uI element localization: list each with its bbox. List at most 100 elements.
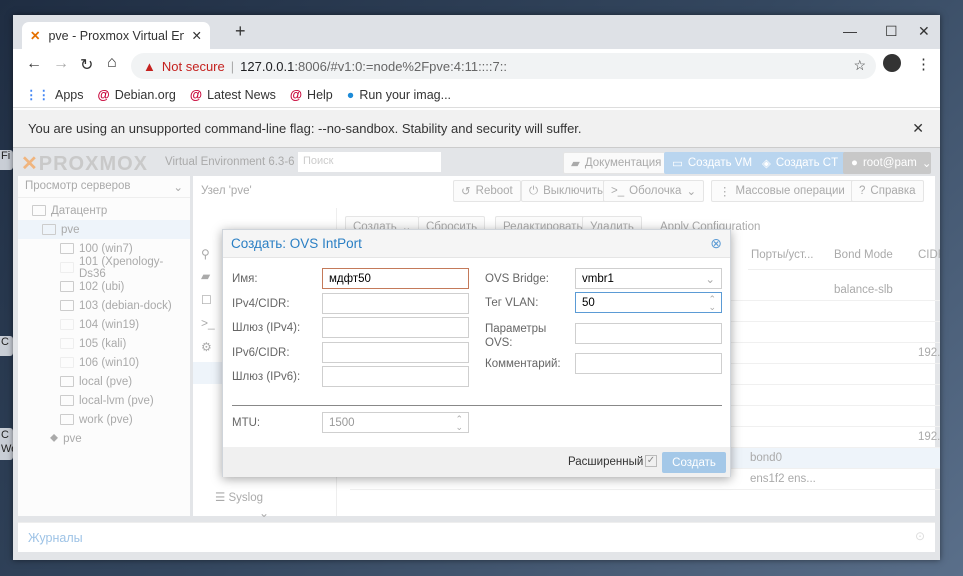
monitor-icon: ▭ <box>672 158 683 170</box>
tree-item-vm[interactable]: 103 (debian-dock) <box>18 296 190 315</box>
nav-item-syslog[interactable]: ☰ Syslog <box>215 490 263 504</box>
table-cell: ens1f2 ens... <box>750 473 816 485</box>
bookmark-help[interactable]: @ Help <box>290 88 333 102</box>
vlan-tag-label: Тег VLAN: <box>485 297 539 309</box>
create-vm-button[interactable]: ▭ Создать VM <box>664 152 761 174</box>
ipv6-gateway-input[interactable] <box>322 366 469 387</box>
tree-item-vm[interactable]: 105 (kali) <box>18 334 190 353</box>
resource-tree: Просмотр серверов ⌄ Датацентр pve 100 (wi… <box>18 176 190 516</box>
logs-title[interactable]: Журналы <box>28 531 83 545</box>
chevron-down-icon: ⌄ <box>686 186 697 198</box>
browser-tab[interactable]: ✕ pve - Proxmox Virtual Envi ✕ <box>22 22 210 49</box>
close-icon[interactable]: ⊗ <box>710 235 722 252</box>
close-tab-icon[interactable]: ✕ <box>192 28 202 43</box>
close-infobar-icon[interactable]: ✕ <box>912 120 924 137</box>
tab-bar: ✕ pve - Proxmox Virtual Envi ✕ + — ☐ ✕ <box>13 15 940 49</box>
create-ct-button[interactable]: ◈ Создать CT <box>754 152 847 174</box>
bulk-actions-button[interactable]: ⋮Массовые операции⌄ <box>711 180 868 202</box>
ovs-options-input[interactable] <box>575 323 722 344</box>
tree-item-vm[interactable]: 101 (Xpenology-Ds36 <box>18 256 190 280</box>
view-selector[interactable]: Просмотр серверов ⌄ <box>18 176 190 198</box>
system-icon[interactable]: ⚙ <box>201 340 212 354</box>
bookmark-star-icon[interactable]: ☆ <box>853 57 866 74</box>
shell-icon[interactable]: >_ <box>201 316 215 330</box>
node-title: Узел 'pve' <box>201 185 252 197</box>
tree-item-storage[interactable]: local-lvm (pve) <box>18 391 190 410</box>
spinner-icon[interactable]: ⌃ ⌄ <box>455 414 463 431</box>
desktop-icon[interactable]: C <box>0 336 13 356</box>
new-tab-button[interactable]: + <box>235 21 246 42</box>
mtu-input[interactable]: 1500 ⌃ ⌄ <box>322 412 469 433</box>
column-header[interactable]: Порты/уст... <box>751 249 813 261</box>
scroll-down-icon[interactable]: ⌄ <box>259 506 269 520</box>
storage-icon <box>60 395 74 406</box>
create-button[interactable]: Создать <box>662 452 726 473</box>
maximize-icon[interactable]: ☐ <box>885 23 898 40</box>
ovs-bridge-select[interactable]: vmbr1 ⌄ <box>575 268 722 289</box>
comment-input[interactable] <box>575 353 722 374</box>
proxmox-logo: ✕PROXMOX <box>21 153 149 175</box>
reload-icon[interactable]: ↻ <box>80 55 93 75</box>
tree-item-vm[interactable]: 102 (ubi) <box>18 277 190 296</box>
url-bar[interactable]: ▲ Not secure | 127.0.0.1:8006/#v1:0:=nod… <box>131 53 876 79</box>
column-header[interactable]: CIDR <box>918 249 940 261</box>
close-window-icon[interactable]: ✕ <box>918 23 930 40</box>
profile-avatar[interactable] <box>883 54 901 72</box>
debian-icon: @ <box>289 87 303 102</box>
home-icon[interactable]: ⌂ <box>107 54 117 72</box>
user-menu-button[interactable]: ● root@pam ⌄ <box>843 152 931 174</box>
desktop-icon[interactable]: Fi <box>0 150 13 170</box>
desktop-icon-label: We <box>1 443 13 455</box>
search-input[interactable]: Поиск <box>298 152 441 172</box>
tree-item-datacenter[interactable]: Датацентр <box>18 201 190 220</box>
tree-item-storage[interactable]: work (pve) <box>18 410 190 429</box>
vm-running-icon <box>60 243 74 254</box>
dialog-footer: Расширенный ✓ Создать <box>223 447 730 477</box>
infobar-message: You are using an unsupported command-lin… <box>28 121 582 136</box>
help-button[interactable]: ? Справка <box>851 180 924 202</box>
grid-header: Порты/уст... Bond Mode CIDR <box>748 240 940 270</box>
ipv4-cidr-input[interactable] <box>322 293 469 314</box>
reboot-button[interactable]: ↺ Reboot <box>453 180 521 202</box>
bookmark-run-image[interactable]: ● Run your imag... <box>347 88 451 102</box>
minimize-icon[interactable]: — <box>843 23 857 39</box>
ipv4-gateway-label: Шлюз (IPv4): <box>232 322 301 334</box>
bookmark-debian[interactable]: @ Debian.org <box>98 88 176 102</box>
mtu-label: MTU: <box>232 417 261 429</box>
name-input[interactable]: мдфт50 <box>322 268 469 289</box>
search-icon[interactable]: ⚲ <box>201 247 210 261</box>
tree-item-vm[interactable]: 104 (win19) <box>18 315 190 334</box>
forward-icon[interactable]: → <box>53 55 69 73</box>
desktop-icon[interactable]: C We <box>0 428 13 460</box>
back-icon[interactable]: ← <box>26 55 42 73</box>
expand-icon[interactable]: ⊙ <box>915 529 925 543</box>
ovs-options-label: Параметры OVS: <box>485 323 547 349</box>
menu-icon[interactable]: ⋮ <box>916 55 931 73</box>
ovs-bridge-label: OVS Bridge: <box>485 273 549 285</box>
tree-item-vm[interactable]: 106 (win10) <box>18 353 190 372</box>
datacenter-icon <box>32 205 46 216</box>
terminal-icon: >_ <box>611 185 625 197</box>
ipv4-gateway-input[interactable] <box>322 317 469 338</box>
column-header[interactable]: Bond Mode <box>834 249 893 261</box>
advanced-checkbox[interactable]: ✓ <box>645 455 657 467</box>
apps-grid-icon: ⋮⋮ <box>25 88 50 102</box>
vlan-tag-input[interactable]: 50 ⌃ ⌄ <box>575 292 722 313</box>
bookmark-latest-news[interactable]: @ Latest News <box>190 88 276 102</box>
shell-button[interactable]: >_ Оболочка ⌄ <box>603 180 705 202</box>
ipv6-cidr-input[interactable] <box>322 342 469 363</box>
shutdown-button[interactable]: ⏻ Выключить <box>521 180 611 202</box>
spinner-icon[interactable]: ⌃ ⌄ <box>708 294 716 311</box>
notes-icon[interactable]: ☐ <box>201 293 212 307</box>
vm-running-icon <box>60 300 74 311</box>
tree-item-storage[interactable]: local (pve) <box>18 372 190 391</box>
bookmarks-bar: ⋮⋮ Apps @ Debian.org @ Latest News @ Help ● R… <box>13 82 940 108</box>
divider: | <box>230 58 235 74</box>
node-icon <box>42 224 56 235</box>
bookmark-apps[interactable]: ⋮⋮ Apps <box>25 87 84 102</box>
tree-item-pool[interactable]: ⬥ pve <box>18 429 190 448</box>
not-secure-label[interactable]: Not secure <box>162 59 225 74</box>
summary-icon[interactable]: ▰ <box>201 269 210 283</box>
docs-button[interactable]: ▰ Документация <box>563 152 670 174</box>
tree-item-node-pve[interactable]: pve <box>18 220 190 239</box>
